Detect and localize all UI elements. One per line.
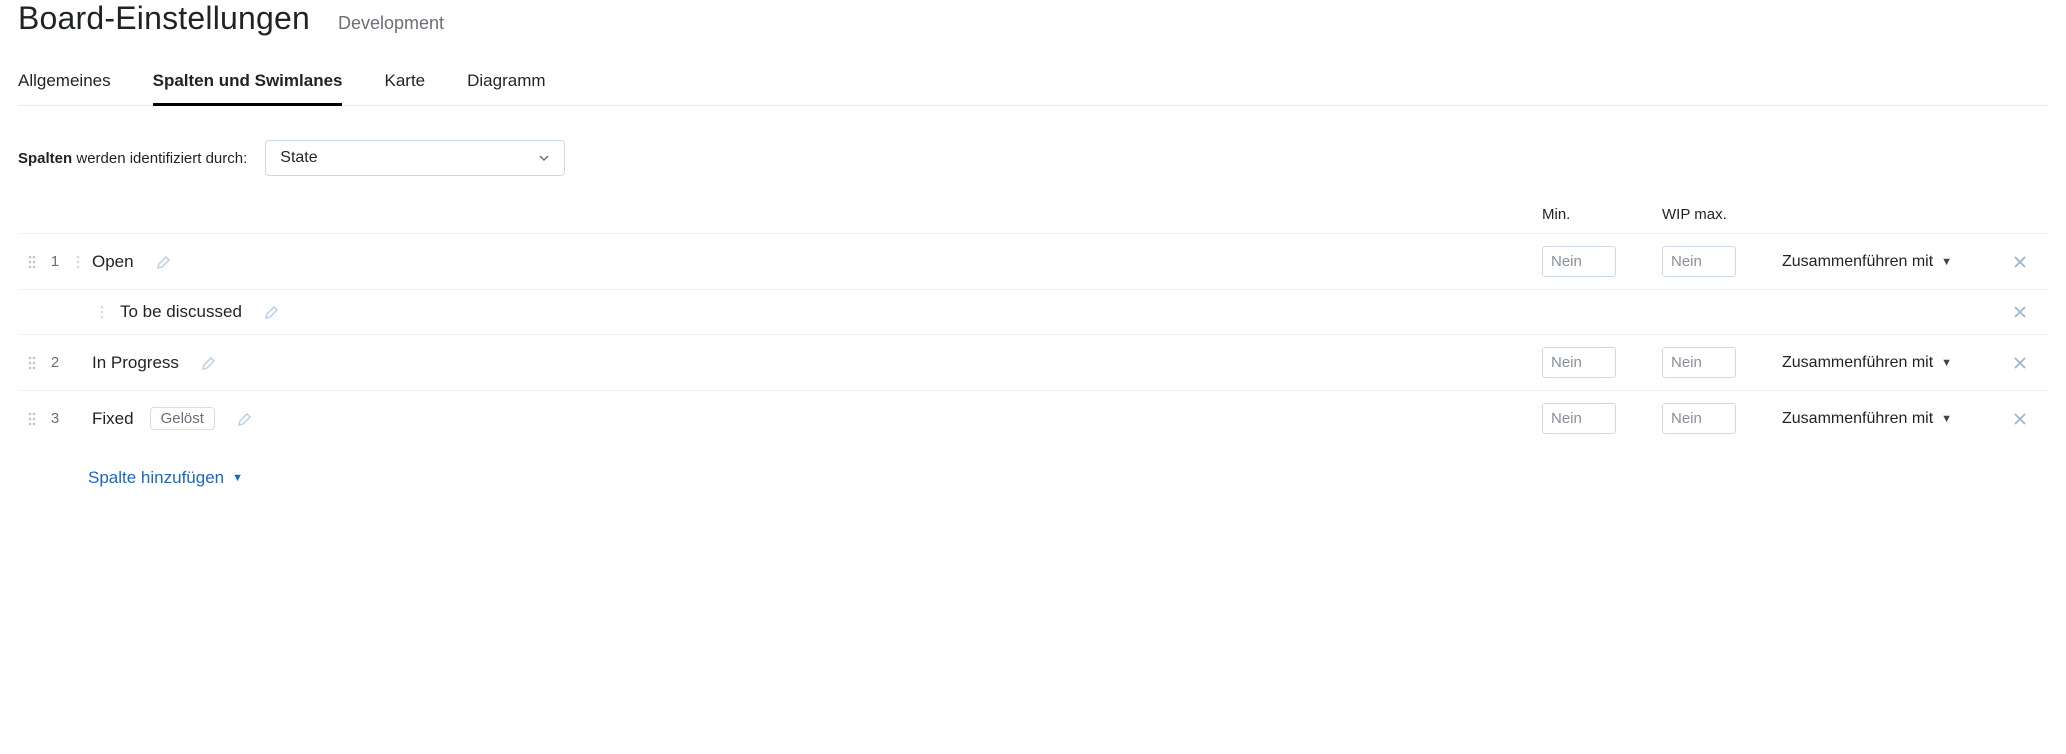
min-input[interactable] — [1542, 246, 1616, 277]
status-badge: Gelöst — [150, 407, 215, 430]
min-input[interactable] — [1542, 347, 1616, 378]
tab-columns[interactable]: Spalten und Swimlanes — [153, 61, 343, 106]
add-column-button[interactable]: Spalte hinzufügen ▼ — [88, 468, 243, 488]
col-header-wip: WIP max. — [1662, 206, 1782, 223]
caret-down-icon: ▼ — [1941, 413, 1952, 425]
caret-down-icon: ▼ — [1941, 357, 1952, 369]
close-icon[interactable] — [2012, 254, 2048, 270]
pencil-icon[interactable] — [264, 304, 280, 320]
pencil-icon[interactable] — [156, 254, 172, 270]
tab-chart[interactable]: Diagramm — [467, 61, 545, 105]
row-number: 2 — [46, 354, 64, 371]
tab-card[interactable]: Karte — [384, 61, 425, 105]
drag-handle-icon[interactable] — [18, 355, 46, 371]
caret-down-icon: ▼ — [232, 472, 243, 484]
wip-input[interactable] — [1662, 246, 1736, 277]
column-name: Fixed — [92, 409, 134, 429]
min-input[interactable] — [1542, 403, 1616, 434]
identify-select[interactable]: State — [265, 140, 565, 176]
merge-with-button[interactable]: Zusammenführen mit ▼ — [1782, 253, 1952, 271]
column-row: 2 In Progress Zusammenführen mit ▼ — [18, 334, 2048, 390]
close-icon[interactable] — [2012, 411, 2048, 427]
pencil-icon[interactable] — [201, 355, 217, 371]
column-name: Open — [92, 252, 134, 272]
chevron-down-icon — [538, 152, 550, 164]
column-name: In Progress — [92, 353, 179, 373]
identify-select-value: State — [280, 149, 317, 167]
tabs: Allgemeines Spalten und Swimlanes Karte … — [18, 61, 2048, 106]
pencil-icon[interactable] — [237, 411, 253, 427]
drag-handle-icon[interactable] — [64, 254, 92, 270]
close-icon[interactable] — [2012, 355, 2048, 371]
drag-handle-icon[interactable] — [18, 254, 46, 270]
identify-label: Spalten werden identifiziert durch: — [18, 150, 247, 167]
wip-input[interactable] — [1662, 403, 1736, 434]
caret-down-icon: ▼ — [1941, 256, 1952, 268]
page-title: Board-Einstellungen — [18, 0, 310, 37]
column-name: To be discussed — [120, 302, 242, 322]
merge-with-button[interactable]: Zusammenführen mit ▼ — [1782, 410, 1952, 428]
close-icon[interactable] — [2012, 304, 2048, 320]
column-row: 3 Fixed Gelöst Zusammenführen mit ▼ — [18, 390, 2048, 446]
tab-general[interactable]: Allgemeines — [18, 61, 111, 105]
col-header-min: Min. — [1542, 206, 1662, 223]
wip-input[interactable] — [1662, 347, 1736, 378]
drag-handle-icon[interactable] — [88, 304, 116, 320]
merge-with-button[interactable]: Zusammenführen mit ▼ — [1782, 354, 1952, 372]
column-row: 1 Open Zusammenführen mit ▼ — [18, 233, 2048, 289]
column-subrow: To be discussed — [18, 289, 2048, 334]
row-number: 3 — [46, 410, 64, 427]
row-number: 1 — [46, 253, 64, 270]
drag-handle-icon[interactable] — [18, 411, 46, 427]
board-name: Development — [338, 13, 444, 34]
